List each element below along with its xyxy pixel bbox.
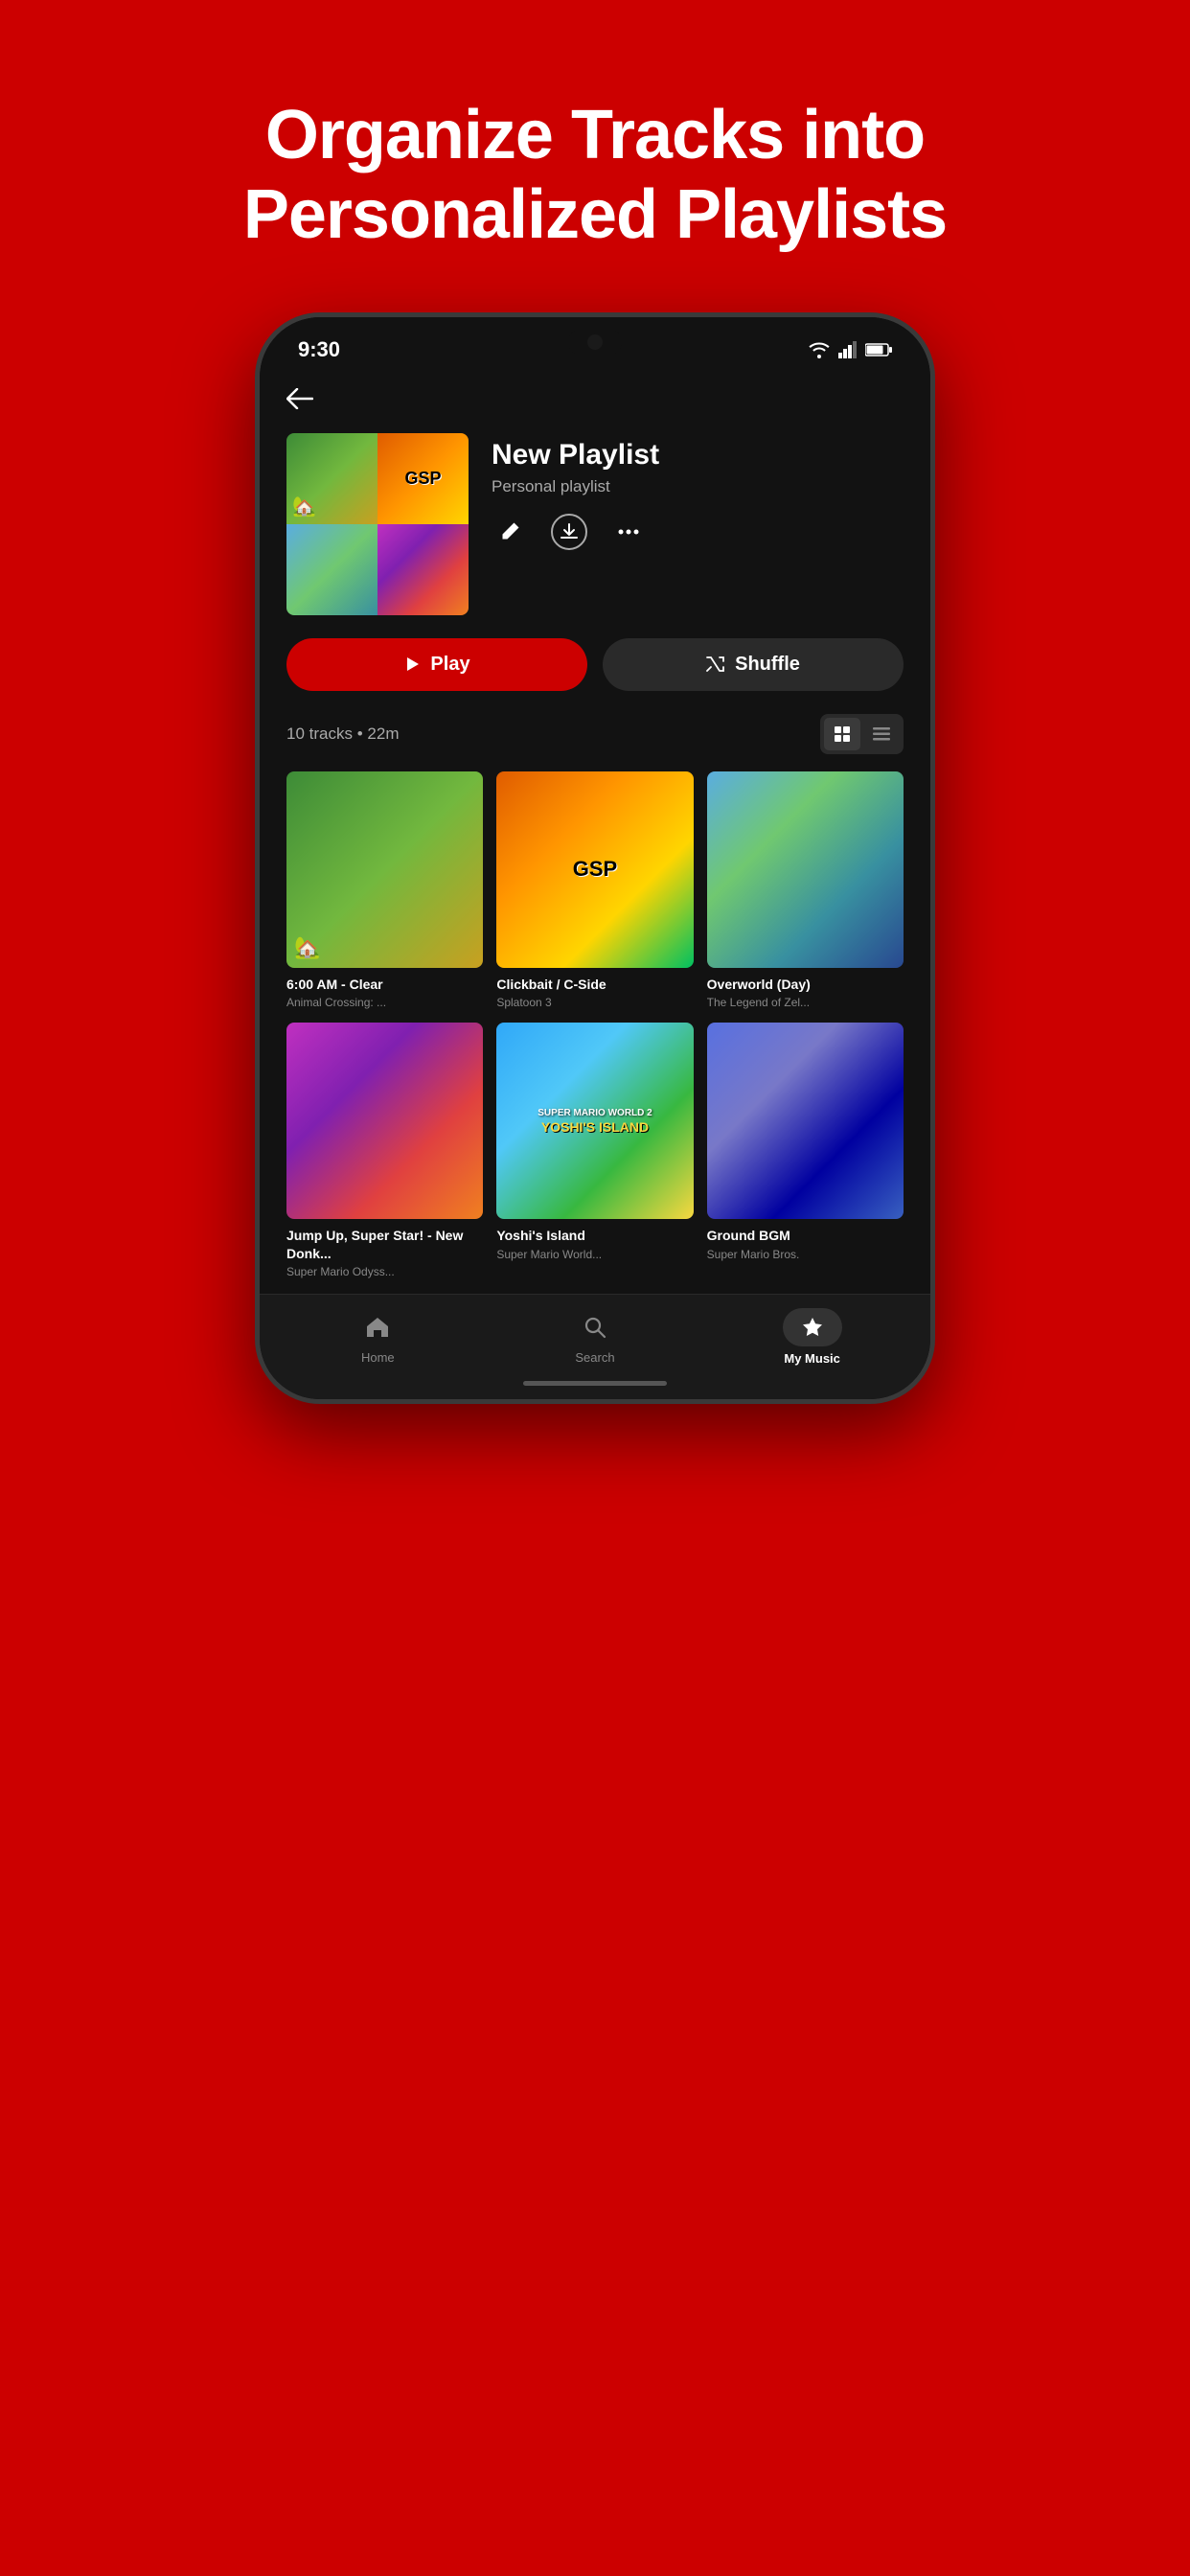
track-title-3: Overworld (Day) [707, 976, 904, 993]
home-indicator [260, 1371, 930, 1399]
track-title-2: Clickbait / C-Side [496, 976, 693, 993]
playlist-type: Personal playlist [492, 477, 904, 496]
phone-frame: 9:30 [255, 312, 935, 1404]
star-icon [800, 1316, 825, 1339]
my-music-nav-icon [783, 1308, 842, 1346]
playlist-actions [492, 514, 904, 550]
playlist-name: New Playlist [492, 439, 904, 472]
signal-icon [838, 341, 858, 358]
search-nav-icon [577, 1309, 613, 1346]
nav-item-search[interactable]: Search [547, 1309, 643, 1365]
track-card-1[interactable]: 🏡 6:00 AM - Clear Animal Crossing: ... [286, 771, 483, 1010]
hero-title: Organize Tracks into Personalized Playli… [77, 96, 1113, 255]
track-game-5: Super Mario World... [496, 1248, 693, 1261]
art-cell-2: GSP [378, 433, 469, 524]
search-icon [584, 1316, 606, 1339]
art-cell-1: 🏡 [286, 433, 378, 524]
hero-section: Organize Tracks into Personalized Playli… [0, 0, 1190, 312]
back-arrow-icon [286, 388, 313, 409]
grid-view-button[interactable] [824, 718, 860, 750]
track-title-5: Yoshi's Island [496, 1227, 693, 1244]
nav-item-my-music[interactable]: My Music [765, 1308, 860, 1366]
track-game-4: Super Mario Odyss... [286, 1265, 483, 1278]
track-thumb-6 [707, 1023, 904, 1219]
track-card-4[interactable]: Jump Up, Super Star! - New Donk... Super… [286, 1023, 483, 1278]
art-cell-3 [286, 524, 378, 615]
track-thumb-4 [286, 1023, 483, 1219]
track-thumb-2: GSP [496, 771, 693, 968]
track-title-4: Jump Up, Super Star! - New Donk... [286, 1227, 483, 1261]
shuffle-button[interactable]: Shuffle [603, 638, 904, 691]
view-toggle [820, 714, 904, 754]
playlist-art: 🏡 GSP [286, 433, 469, 615]
track-title-1: 6:00 AM - Clear [286, 976, 483, 993]
more-button[interactable] [610, 514, 647, 550]
track-card-2[interactable]: GSP Clickbait / C-Side Splatoon 3 [496, 771, 693, 1010]
list-view-button[interactable] [863, 718, 900, 750]
track-thumb-3 [707, 771, 904, 968]
art-cell-4 [378, 524, 469, 615]
status-time: 9:30 [298, 337, 340, 362]
edit-icon [499, 521, 520, 542]
download-icon [561, 523, 578, 540]
playback-controls: Play Shuffle [286, 638, 904, 714]
track-card-5[interactable]: SUPER MARIO WORLD 2 YOSHI'S ISLAND Yoshi… [496, 1023, 693, 1278]
playlist-header: 🏡 GSP New Playlist Personal playlist [286, 433, 904, 638]
playlist-info: New Playlist Personal playlist [492, 433, 904, 550]
track-thumb-5: SUPER MARIO WORLD 2 YOSHI'S ISLAND [496, 1023, 693, 1219]
track-game-3: The Legend of Zel... [707, 996, 904, 1009]
bottom-nav: Home Search [260, 1294, 930, 1371]
grid-icon [834, 725, 851, 743]
more-icon [618, 529, 639, 535]
home-nav-icon [359, 1309, 396, 1346]
track-info-row: 10 tracks • 22m [286, 714, 904, 771]
phone-wrapper: 9:30 [255, 312, 935, 1404]
track-count-text: 10 tracks • 22m [286, 724, 399, 744]
track-game-1: Animal Crossing: ... [286, 996, 483, 1009]
download-button[interactable] [551, 514, 587, 550]
tracks-grid: 🏡 6:00 AM - Clear Animal Crossing: ... G… [286, 771, 904, 1294]
wifi-icon [808, 341, 831, 358]
track-title-6: Ground BGM [707, 1227, 904, 1244]
status-bar: 9:30 [260, 317, 930, 373]
track-card-3[interactable]: Overworld (Day) The Legend of Zel... [707, 771, 904, 1010]
home-nav-label: Home [361, 1350, 395, 1365]
track-thumb-1: 🏡 [286, 771, 483, 968]
battery-icon [865, 343, 892, 356]
track-card-6[interactable]: Ground BGM Super Mario Bros. [707, 1023, 904, 1278]
home-icon [365, 1316, 390, 1339]
nav-item-home[interactable]: Home [330, 1309, 425, 1365]
back-button[interactable] [286, 373, 904, 433]
my-music-nav-label: My Music [784, 1351, 840, 1366]
list-icon [873, 727, 890, 741]
play-button[interactable]: Play [286, 638, 587, 691]
search-nav-label: Search [575, 1350, 614, 1365]
track-game-6: Super Mario Bros. [707, 1248, 904, 1261]
status-icons [808, 341, 892, 358]
notch [568, 329, 622, 356]
phone-screen: 9:30 [260, 317, 930, 1399]
edit-button[interactable] [492, 514, 528, 550]
app-content: 🏡 GSP New Playlist Personal playlist [260, 373, 930, 1294]
track-game-2: Splatoon 3 [496, 996, 693, 1009]
